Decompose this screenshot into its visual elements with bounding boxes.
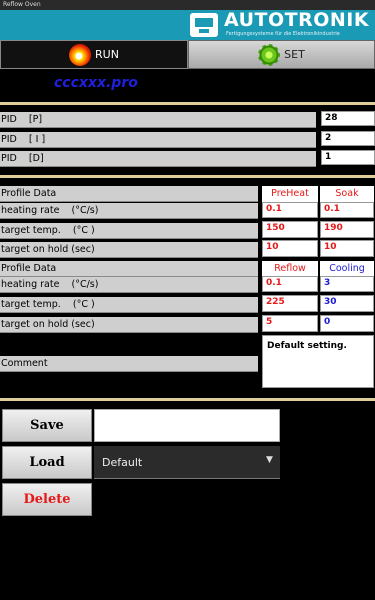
cooling-heating-rate-field[interactable]: 3 <box>320 276 374 292</box>
reflow-heating-rate-field[interactable]: 0.1 <box>262 276 318 292</box>
preheat-heating-rate-field[interactable]: 0.1 <box>262 202 318 218</box>
preheat-hold-field[interactable]: 10 <box>262 240 318 257</box>
pid-d-field[interactable]: 1 <box>321 150 375 165</box>
profile-select-value: Default <box>102 456 143 469</box>
cooling-target-temp-field[interactable]: 30 <box>320 295 374 312</box>
row-label: target on hold (sec) <box>0 317 258 333</box>
brand-name: AUTOTRONIK <box>224 9 370 31</box>
col-soak-header: Soak <box>320 186 374 202</box>
row-label: target temp. (°C ) <box>0 223 258 239</box>
tab-run[interactable]: RUN <box>0 40 188 69</box>
pid-p-label: PID [P] <box>0 112 316 128</box>
row-label: heating rate (°C/s) <box>0 277 258 293</box>
separator <box>0 102 375 105</box>
gear-icon <box>258 43 281 66</box>
pid-p-field[interactable]: 28 <box>321 111 375 126</box>
flame-icon <box>69 43 92 66</box>
load-button[interactable]: Load <box>2 446 92 479</box>
profile-b-header: Profile Data <box>0 261 258 277</box>
preheat-target-temp-field[interactable]: 150 <box>262 221 318 238</box>
brand-tagline: Fertigungssysteme für die Elektronikindu… <box>226 31 340 37</box>
col-reflow-header: Reflow <box>262 261 318 277</box>
profile-a-header: Profile Data <box>0 186 258 202</box>
row-label: target on hold (sec) <box>0 242 258 258</box>
save-button[interactable]: Save <box>2 409 92 442</box>
reflow-hold-field[interactable]: 5 <box>262 315 318 332</box>
reflow-target-temp-field[interactable]: 225 <box>262 295 318 312</box>
tab-run-label: RUN <box>95 48 119 61</box>
row-label: heating rate (°C/s) <box>0 203 258 219</box>
col-preheat-header: PreHeat <box>262 186 318 202</box>
cooling-hold-field[interactable]: 0 <box>320 315 374 332</box>
separator <box>0 175 375 178</box>
tab-set-label: SET <box>284 48 305 61</box>
col-cooling-header: Cooling <box>320 261 374 277</box>
comment-label: Comment <box>0 356 258 372</box>
soak-hold-field[interactable]: 10 <box>320 240 374 257</box>
delete-button[interactable]: Delete <box>2 483 92 516</box>
chevron-down-icon: ▼ <box>266 455 273 465</box>
soak-target-temp-field[interactable]: 190 <box>320 221 374 238</box>
profile-filename: cccxxx.pro <box>54 75 138 91</box>
row-label: target temp. (°C ) <box>0 297 258 313</box>
pid-i-field[interactable]: 2 <box>321 131 375 146</box>
pid-d-label: PID [D] <box>0 151 316 167</box>
tab-set[interactable]: SET <box>188 40 375 69</box>
pid-i-label: PID [ I ] <box>0 132 316 148</box>
soak-heating-rate-field[interactable]: 0.1 <box>320 202 374 218</box>
monitor-icon <box>190 13 218 37</box>
save-name-input[interactable] <box>94 409 280 442</box>
separator <box>0 398 375 401</box>
brand-logo: AUTOTRONIK Fertigungssysteme für die Ele… <box>190 9 373 38</box>
profile-select[interactable]: Default ▼ <box>94 446 280 479</box>
comment-textarea[interactable]: Default setting. <box>262 335 374 388</box>
